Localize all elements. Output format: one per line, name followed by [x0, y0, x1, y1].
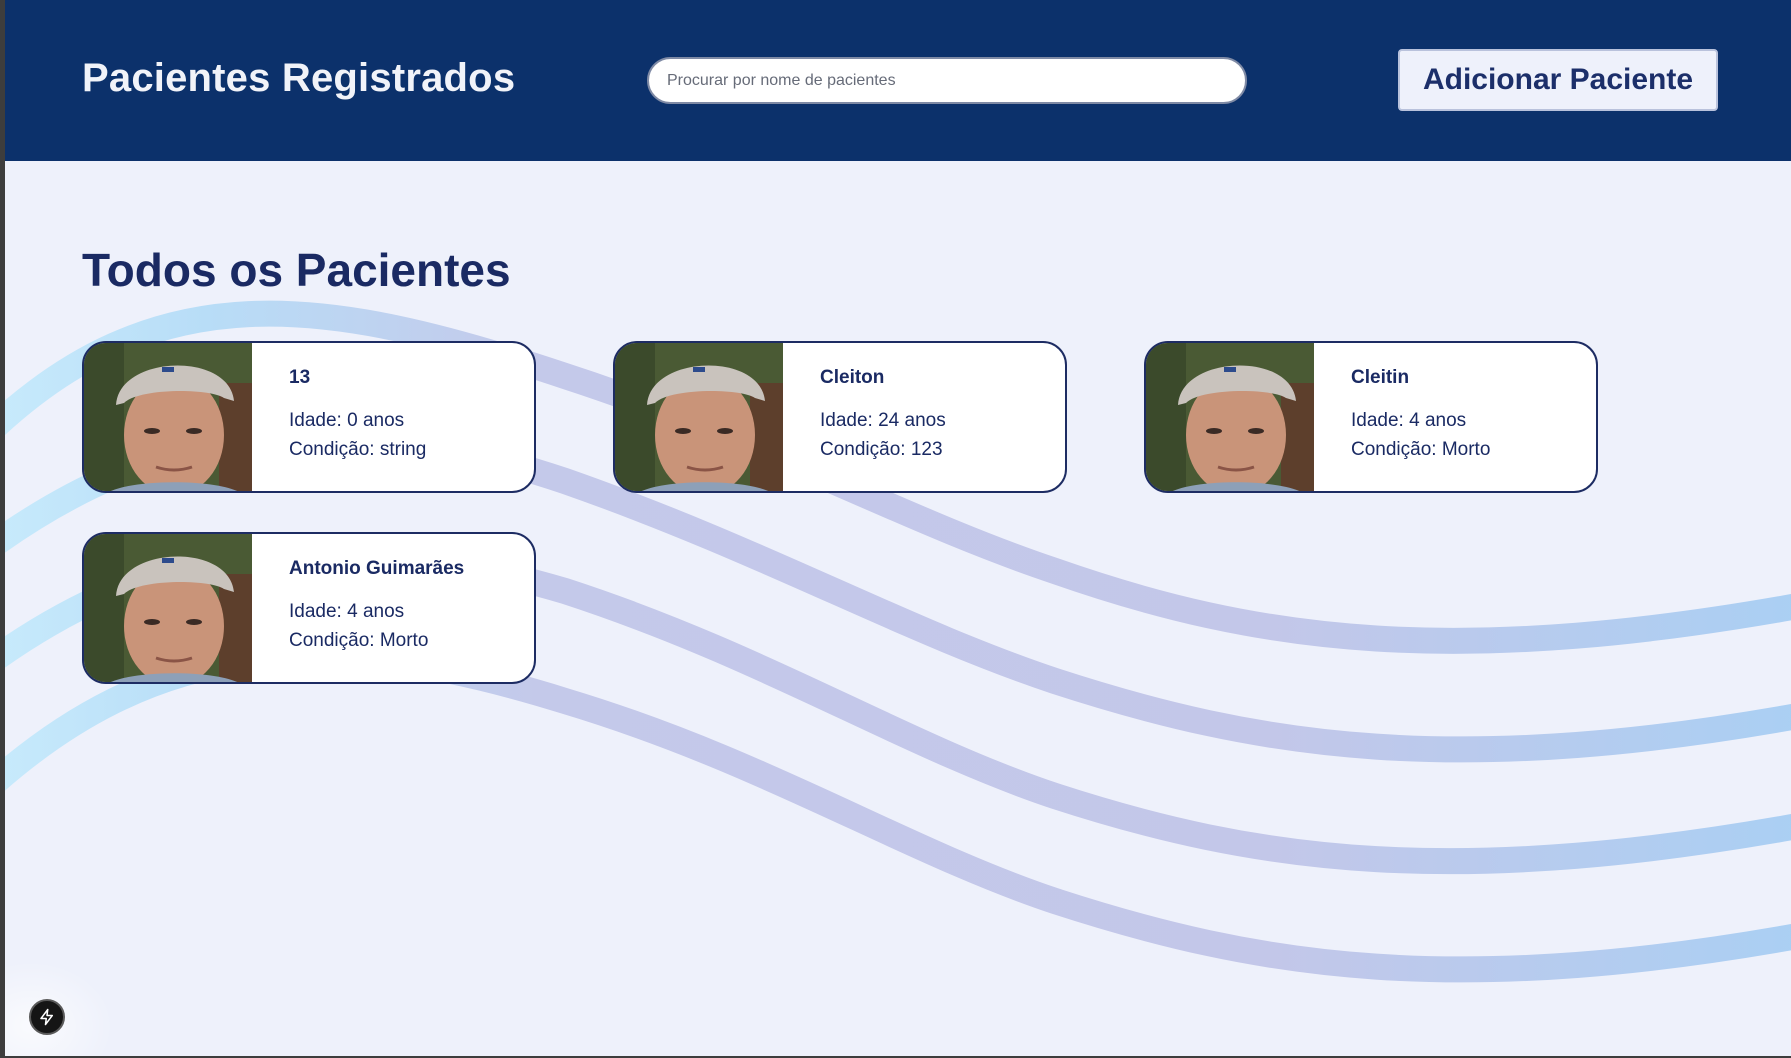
patient-name: Cleitin — [1351, 367, 1410, 388]
patient-card[interactable]: Antonio Guimarães Idade: 4 anos Condição… — [82, 532, 536, 684]
patient-condition: Condição: Morto — [289, 630, 429, 651]
patient-photo — [84, 534, 252, 682]
patient-condition: Condição: 123 — [820, 439, 943, 460]
lightning-bolt-button[interactable] — [29, 999, 65, 1035]
patient-age: Idade: 0 anos — [289, 410, 405, 431]
patient-age: Idade: 24 anos — [820, 410, 946, 431]
patient-photo — [84, 343, 252, 491]
patient-name: 13 — [289, 367, 311, 388]
app-window: Pacientes Registrados Adicionar Paciente… — [5, 0, 1791, 1056]
patient-age: Idade: 4 anos — [1351, 410, 1467, 431]
patient-age: Idade: 4 anos — [289, 601, 405, 622]
patient-grid: 13 Idade: 0 anos Condição: string Cleito… — [82, 341, 1682, 701]
app-title: Pacientes Registrados — [82, 56, 516, 100]
patient-condition: Condição: Morto — [1351, 439, 1491, 460]
patient-card[interactable]: Cleiton Idade: 24 anos Condição: 123 — [613, 341, 1067, 493]
patient-name: Antonio Guimarães — [289, 558, 465, 579]
patient-card[interactable]: 13 Idade: 0 anos Condição: string — [82, 341, 536, 493]
patient-photo — [615, 343, 783, 491]
top-header: Pacientes Registrados Adicionar Paciente — [5, 0, 1791, 161]
section-title: Todos os Pacientes — [82, 244, 511, 296]
lightning-bolt-icon — [40, 1008, 53, 1026]
add-patient-button[interactable]: Adicionar Paciente — [1398, 49, 1718, 111]
patient-search-input[interactable] — [647, 57, 1247, 104]
patient-card[interactable]: Cleitin Idade: 4 anos Condição: Morto — [1144, 341, 1598, 493]
patient-condition: Condição: string — [289, 439, 427, 460]
patient-name: Cleiton — [820, 367, 885, 388]
patient-photo — [1146, 343, 1314, 491]
